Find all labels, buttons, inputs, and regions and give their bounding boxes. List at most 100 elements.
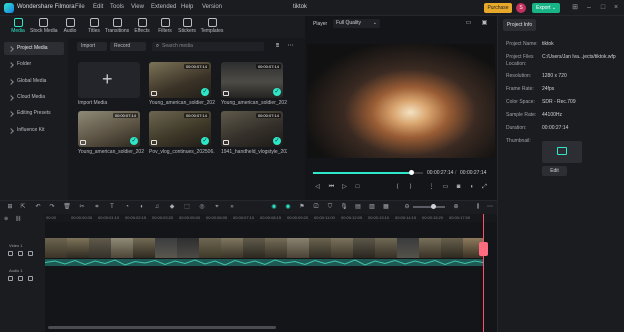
sidebar-item-folder[interactable]: Folder (4, 58, 64, 71)
step-back-icon[interactable]: ⏮ (327, 183, 336, 192)
playhead-knob[interactable] (409, 170, 414, 175)
undo-icon[interactable]: ↶ (34, 203, 42, 211)
mark-in-icon[interactable]: ⟨ (393, 183, 402, 192)
mute-icon[interactable] (28, 276, 33, 281)
render-icon[interactable]: ⋮ (427, 183, 436, 192)
stabilize-icon[interactable]: ⌖ (213, 203, 221, 211)
media-clip-3[interactable]: 00:00:07:14 ✓ (78, 111, 140, 147)
record-dropdown[interactable]: Record (110, 42, 146, 51)
fullscreen-icon[interactable]: ⤢ (480, 183, 489, 192)
media-clip-4[interactable]: 00:00:07:14 ✓ (149, 111, 211, 147)
marker-icon[interactable]: ⚑ (298, 203, 306, 211)
delete-icon[interactable]: 🗑 (63, 203, 71, 211)
split-icon[interactable]: ✂ (78, 203, 86, 211)
sidebar-item-influence-kit[interactable]: Influence Kit (4, 124, 64, 137)
eye-icon[interactable] (28, 251, 33, 256)
import-dropdown[interactable]: Import (77, 42, 107, 51)
timeline-more-icon[interactable]: ⋯ (486, 203, 494, 211)
auto-ripple-icon[interactable]: ◉ (284, 203, 292, 211)
player-tab[interactable]: Player (313, 21, 327, 27)
more-icon[interactable]: ⋯ (286, 42, 295, 51)
link-icon[interactable]: ⛓ (15, 216, 21, 222)
redo-icon[interactable]: ↷ (48, 203, 56, 211)
timeline-playhead[interactable] (483, 214, 484, 332)
export-button[interactable]: Export ⌄ (532, 3, 560, 13)
menu-view[interactable]: View (131, 4, 144, 10)
import-media-tile[interactable]: + (78, 62, 140, 98)
columns-icon[interactable]: ⫼ (474, 203, 482, 211)
select-icon[interactable]: ⇱ (19, 203, 27, 211)
shield-icon[interactable]: ⛉ (326, 203, 334, 211)
tab-media[interactable]: Media (5, 16, 31, 38)
sidebar-item-global-media[interactable]: Global Media (4, 75, 64, 88)
zoom-slider-knob[interactable] (431, 204, 436, 209)
sidebar-item-cloud-media[interactable]: Cloud Media (4, 91, 64, 104)
more-tools-icon[interactable]: » (228, 203, 236, 211)
render-preview-icon[interactable]: ▦ (382, 203, 390, 211)
play-icon[interactable]: ▷ (340, 183, 349, 192)
mark-out-icon[interactable]: ⟩ (406, 183, 415, 192)
subtitle-icon[interactable]: ▤ (354, 203, 362, 211)
camera-icon[interactable]: ◙ (454, 183, 463, 192)
sidebar-item-project-media[interactable]: Project Media (4, 42, 64, 55)
text-icon[interactable]: T (108, 203, 116, 211)
snap-icon[interactable]: ◉ (270, 203, 278, 211)
video-preview[interactable] (307, 44, 495, 158)
search-input[interactable]: Search media (152, 42, 264, 51)
sidebar-item-editing-presets[interactable]: Editing Presets (4, 107, 64, 120)
transform-icon[interactable]: ⬚ (183, 203, 191, 211)
mask-icon[interactable]: ◎ (198, 203, 206, 211)
menu-edit[interactable]: Edit (93, 4, 103, 10)
zoom-out-icon[interactable]: ⊖ (403, 203, 411, 211)
timeline-scrollbar[interactable] (48, 326, 276, 329)
crop-icon[interactable]: ⌗ (93, 203, 101, 211)
menu-version[interactable]: Version (202, 4, 222, 10)
video-clip-strip[interactable] (45, 238, 483, 258)
audio-waveform[interactable] (44, 259, 484, 266)
layout-icon[interactable]: ⊞ (570, 3, 580, 13)
thumbnail-preview[interactable] (542, 141, 582, 163)
keyframe-icon[interactable]: ◆ (168, 203, 176, 211)
media-clip-5[interactable]: 00:00:07:14 ✓ (221, 111, 283, 147)
tab-stock-media[interactable]: Stock Media (30, 16, 58, 38)
image-icon[interactable]: ▨ (368, 203, 376, 211)
zoom-in-icon[interactable]: ⊕ (452, 203, 460, 211)
filter-icon[interactable]: ⩩ (273, 42, 282, 51)
tab-templates[interactable]: Templates (199, 16, 225, 38)
lock-icon[interactable] (18, 276, 23, 281)
tab-audio[interactable]: Audio (57, 16, 83, 38)
prev-frame-icon[interactable]: ◁ (313, 183, 322, 192)
tab-stickers[interactable]: Stickers (174, 16, 200, 38)
display-settings-icon[interactable]: ▣ (480, 19, 489, 28)
zoom-slider[interactable] (413, 206, 445, 208)
close-icon[interactable]: × (611, 3, 621, 13)
voiceover-icon[interactable]: ⎚ (312, 203, 320, 211)
menu-file[interactable]: File (75, 4, 85, 10)
microphone-icon[interactable]: 🎙 (340, 203, 348, 211)
add-track-icon[interactable]: ⊕ (4, 216, 8, 222)
menu-extended[interactable]: Extended (151, 4, 176, 10)
playback-progress[interactable] (313, 172, 411, 174)
edit-thumbnail-button[interactable]: Edit (542, 166, 567, 176)
monitor-icon[interactable]: ▭ (441, 183, 450, 192)
lock-icon[interactable] (18, 251, 23, 256)
speed-icon[interactable]: ◔ (123, 203, 131, 211)
tab-project-info[interactable]: Project Info (503, 19, 536, 31)
menu-help[interactable]: Help (181, 4, 193, 10)
purchase-button[interactable]: Purchase (484, 3, 512, 13)
media-clip-2[interactable]: 00:00:07:14 ✓ (221, 62, 283, 98)
media-clip-1[interactable]: 00:00:07:14 ✓ (149, 62, 211, 98)
audio-adjust-icon[interactable]: ♫ (153, 203, 161, 211)
playhead-handle[interactable] (479, 242, 488, 256)
snapshot-icon[interactable]: ▭ (464, 19, 473, 28)
minimize-icon[interactable]: – (584, 3, 594, 13)
maximize-icon[interactable]: □ (598, 3, 608, 13)
quality-select[interactable]: Full Quality ⌄ (333, 19, 380, 28)
tab-transitions[interactable]: Transitions (104, 16, 130, 38)
volume-icon[interactable]: ◖ (467, 183, 476, 192)
layout-grid-icon[interactable]: ⊞ (6, 203, 14, 211)
color-icon[interactable]: ◐ (138, 203, 146, 211)
avatar[interactable]: S (516, 3, 526, 13)
stop-icon[interactable]: □ (353, 183, 362, 192)
menu-tools[interactable]: Tools (110, 4, 124, 10)
